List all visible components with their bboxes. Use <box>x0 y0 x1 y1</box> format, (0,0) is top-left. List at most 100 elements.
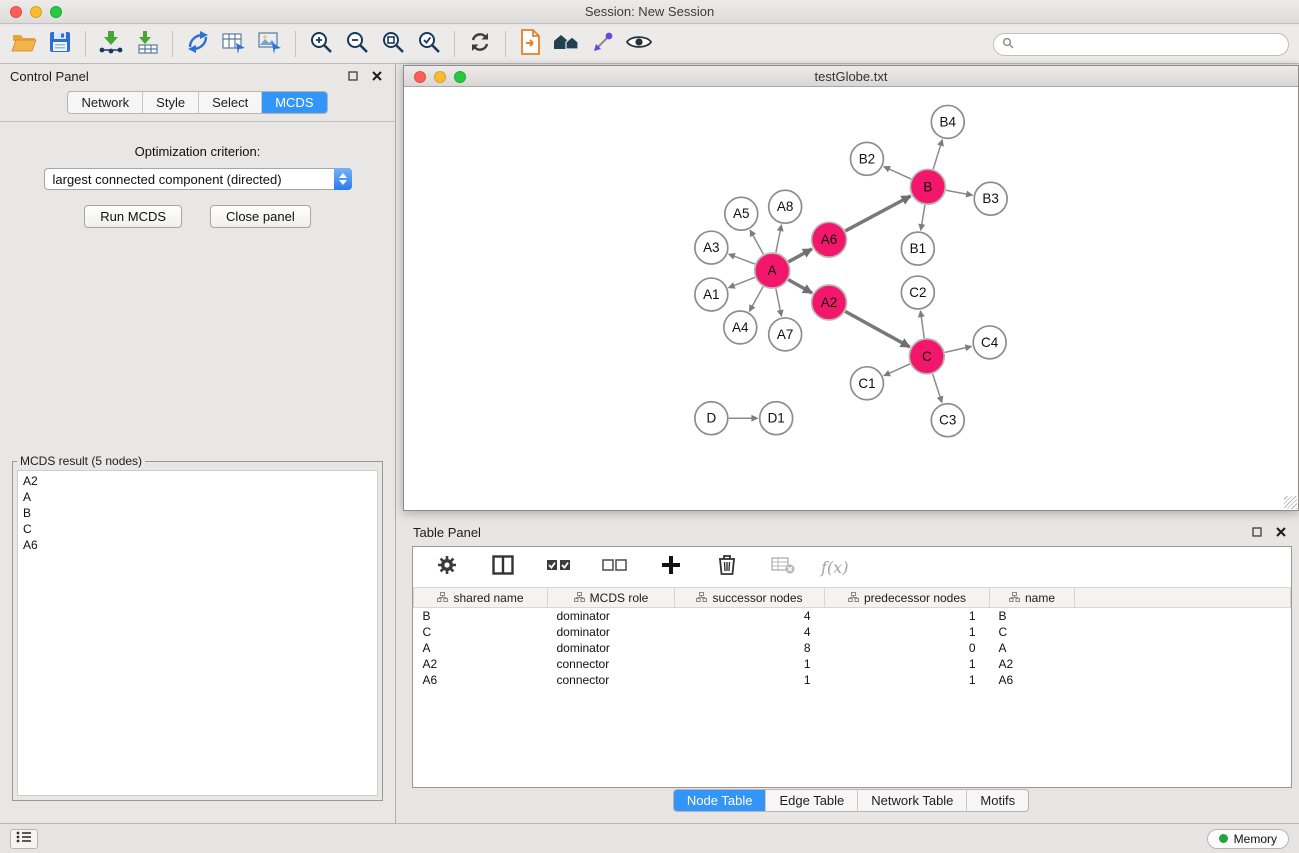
table-cell[interactable]: A6 <box>990 672 1075 688</box>
network-window-titlebar[interactable]: testGlobe.txt <box>404 66 1298 87</box>
table-cell[interactable]: A2 <box>414 656 548 672</box>
network-node-B4[interactable]: B4 <box>931 105 964 138</box>
network-node-C[interactable]: C <box>909 339 944 374</box>
run-mcds-button[interactable]: Run MCDS <box>84 205 182 228</box>
column-header-predecessor-nodes[interactable]: predecessor nodes <box>825 588 990 608</box>
table-cell[interactable]: 1 <box>825 608 990 625</box>
table-row[interactable]: Bdominator41B <box>414 608 1291 625</box>
network-edge[interactable] <box>845 196 910 231</box>
network-edge[interactable] <box>945 346 972 352</box>
column-header-successor-nodes[interactable]: successor nodes <box>675 588 825 608</box>
network-edge[interactable] <box>729 254 755 264</box>
close-panel-button[interactable]: Close panel <box>210 205 311 228</box>
home-button[interactable] <box>549 28 585 60</box>
table-cell[interactable]: connector <box>548 672 675 688</box>
network-edge[interactable] <box>750 230 763 254</box>
column-header-shared-name[interactable]: shared name <box>414 588 548 608</box>
table-cell[interactable]: A2 <box>990 656 1075 672</box>
optimization-criterion-select[interactable]: largest connected component (directed) <box>44 168 352 190</box>
import-network-file-button[interactable] <box>93 28 129 60</box>
table-cell[interactable]: connector <box>548 656 675 672</box>
search-input[interactable] <box>1019 38 1280 52</box>
tab-network-table[interactable]: Network Table <box>858 790 967 811</box>
network-edge[interactable] <box>845 311 910 347</box>
tab-network[interactable]: Network <box>68 92 143 113</box>
table-cell[interactable]: dominator <box>548 640 675 656</box>
column-header-name[interactable]: name <box>990 588 1075 608</box>
table-settings-button[interactable] <box>429 551 465 583</box>
export-table-button[interactable] <box>216 28 252 60</box>
network-edge[interactable] <box>728 277 755 287</box>
network-edge[interactable] <box>921 205 925 230</box>
network-node-A1[interactable]: A1 <box>695 278 728 311</box>
table-cell[interactable]: B <box>414 608 548 625</box>
network-node-A2[interactable]: A2 <box>812 285 847 320</box>
zoom-out-button[interactable] <box>339 28 375 60</box>
network-edge[interactable] <box>776 289 782 317</box>
network-node-B2[interactable]: B2 <box>851 142 884 175</box>
show-graphics-details-button[interactable] <box>621 28 657 60</box>
network-node-D1[interactable]: D1 <box>760 402 793 435</box>
new-network-from-selection-button[interactable] <box>180 28 216 60</box>
table-cell[interactable]: dominator <box>548 608 675 625</box>
table-cell[interactable]: dominator <box>548 624 675 640</box>
network-node-B[interactable]: B <box>910 169 945 204</box>
zoom-fit-button[interactable] <box>375 28 411 60</box>
network-canvas[interactable]: B4B2BB3A8A5A6A3B1AC2A1A2A4A7C4CC1DD1C3 <box>404 88 1298 510</box>
network-minimize-button[interactable] <box>434 71 446 83</box>
network-edge[interactable] <box>884 167 911 180</box>
table-cell[interactable]: 1 <box>675 672 825 688</box>
mcds-result-item[interactable]: B <box>23 505 372 521</box>
minimize-window-button[interactable] <box>30 6 42 18</box>
network-edge[interactable] <box>749 287 763 312</box>
float-panel-button[interactable] <box>345 68 361 84</box>
tab-style[interactable]: Style <box>143 92 199 113</box>
network-node-A[interactable]: A <box>755 253 790 288</box>
zoom-selected-button[interactable] <box>411 28 447 60</box>
tab-edge-table[interactable]: Edge Table <box>766 790 858 811</box>
column-header-mcds-role[interactable]: MCDS role <box>548 588 675 608</box>
create-column-button[interactable] <box>653 551 689 583</box>
network-node-A7[interactable]: A7 <box>769 318 802 351</box>
network-node-B3[interactable]: B3 <box>974 182 1007 215</box>
table-row[interactable]: A6connector11A6 <box>414 672 1291 688</box>
network-edge[interactable] <box>920 311 924 338</box>
tab-node-table[interactable]: Node Table <box>674 790 767 811</box>
mcds-result-item[interactable]: A <box>23 489 372 505</box>
tab-mcds[interactable]: MCDS <box>262 92 326 113</box>
network-edge[interactable] <box>788 280 812 293</box>
deselect-all-button[interactable] <box>597 551 633 583</box>
table-row[interactable]: Cdominator41C <box>414 624 1291 640</box>
maximize-window-button[interactable] <box>50 6 62 18</box>
float-table-panel-button[interactable] <box>1249 524 1265 540</box>
close-panel-icon-button[interactable] <box>369 68 385 84</box>
zoom-in-button[interactable] <box>303 28 339 60</box>
network-node-D[interactable]: D <box>695 402 728 435</box>
import-table-file-button[interactable] <box>129 28 165 60</box>
network-close-button[interactable] <box>414 71 426 83</box>
show-columns-button[interactable] <box>485 551 521 583</box>
network-edge[interactable] <box>933 374 942 403</box>
network-node-C1[interactable]: C1 <box>851 367 884 400</box>
network-edge[interactable] <box>776 225 782 253</box>
mcds-result-item[interactable]: A2 <box>23 473 372 489</box>
table-cell[interactable]: 4 <box>675 624 825 640</box>
table-cell[interactable]: 0 <box>825 640 990 656</box>
close-window-button[interactable] <box>10 6 22 18</box>
table-cell[interactable]: B <box>990 608 1075 625</box>
network-edge[interactable] <box>946 190 973 195</box>
network-node-B1[interactable]: B1 <box>901 232 934 265</box>
tab-select[interactable]: Select <box>199 92 262 113</box>
network-maximize-button[interactable] <box>454 71 466 83</box>
network-node-A6[interactable]: A6 <box>812 222 847 257</box>
export-image-button[interactable] <box>252 28 288 60</box>
table-cell[interactable]: 1 <box>825 656 990 672</box>
mcds-result-item[interactable]: A6 <box>23 537 372 553</box>
open-session-button[interactable] <box>6 28 42 60</box>
table-row[interactable]: A2connector11A2 <box>414 656 1291 672</box>
delete-column-button[interactable] <box>709 551 745 583</box>
task-history-button[interactable] <box>10 829 38 849</box>
memory-button[interactable]: Memory <box>1207 829 1289 849</box>
table-cell[interactable]: A <box>990 640 1075 656</box>
table-cell[interactable]: 1 <box>825 672 990 688</box>
